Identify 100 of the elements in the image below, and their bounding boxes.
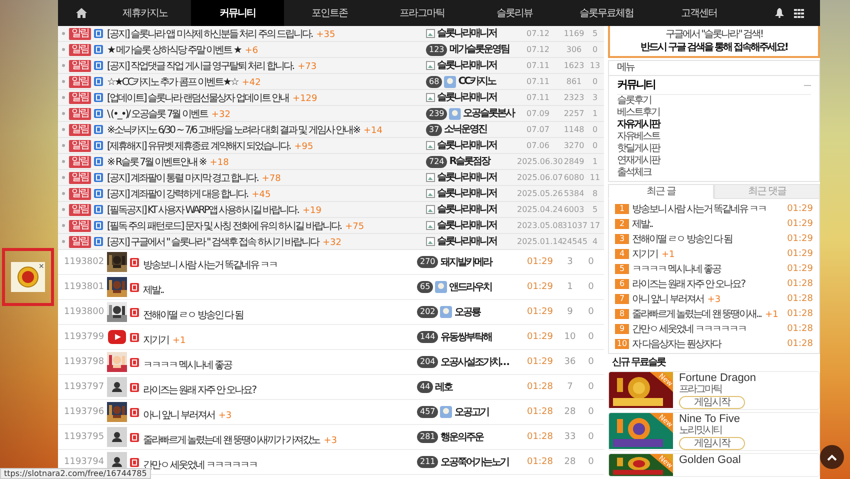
comment-count: +18 (210, 158, 229, 168)
post-title[interactable]: 라이즈는 원래 자주 안 오나요? (143, 384, 256, 396)
author-name[interactable]: 슬롯나라매니저 (437, 236, 496, 248)
author-name[interactable]: 오공고기 (454, 405, 488, 419)
post-title[interactable]: 제발.. (143, 284, 164, 296)
post-type-icon (130, 408, 139, 416)
nav-tab[interactable]: 고객센터 (652, 0, 745, 26)
nav-tab[interactable]: 포인트존 (284, 0, 376, 26)
author-name[interactable]: 유동쌍부탁해 (440, 330, 492, 344)
reply-count: 1 (591, 108, 599, 120)
author-name[interactable]: 메가슬롯운영팀 (449, 44, 509, 56)
nav-tab[interactable]: 슬롯리뷰 (468, 0, 560, 26)
post-title[interactable]: 줄라빠르게 놀렸는데 왠 뚱땡이새끼가 가져갔노 (143, 434, 320, 446)
notice-badge: 알림 (69, 124, 91, 136)
post-title[interactable]: [공지] 계좌팔이 강력하게 대응 합니다. (107, 189, 248, 200)
author-name[interactable]: 행운의주운 (440, 430, 483, 444)
game-provider: 노리밋시티 (679, 425, 722, 437)
post-title[interactable]: 방송보니 사람 사는거 똑같네유 ㅋㅋ (143, 260, 278, 270)
post-title[interactable]: 아니 앞니 부러져서 (143, 410, 214, 420)
menu-item[interactable]: 자유베스트 (617, 131, 811, 143)
recent-post-title[interactable]: ㅋㅋㅋㅋ 멕시나네 좋공 (632, 264, 720, 275)
author-name[interactable]: 슬롯나라매니저 (437, 172, 496, 184)
post-title[interactable]: [필독 주의 패턴로드] 문자 및 사칭 전화에 유의 하시길 바랍니다. (107, 221, 342, 232)
post-title[interactable]: 지기기 (143, 334, 168, 346)
author-name[interactable]: 오공슬롯본사 (463, 108, 514, 120)
post-type-icon (130, 358, 139, 366)
recent-post-title[interactable]: 제발.. (632, 219, 652, 230)
author-name[interactable]: 오공사설조가치… (440, 355, 508, 369)
author-name[interactable]: 슬롯나라매니저 (437, 60, 496, 72)
scroll-top-button[interactable] (820, 445, 844, 469)
post-title[interactable]: ☆★CC카지노 추가 콤프 이벤트★☆ (107, 77, 238, 88)
nav-tab[interactable]: 제휴카지노 (99, 0, 192, 26)
bell-icon[interactable] (774, 8, 784, 18)
chevron-up-icon (827, 454, 837, 460)
post-title[interactable]: [필독공지] KT 사용자 WARP앱 사용하시길 바랍니다. (107, 205, 298, 216)
nav-tab[interactable]: 슬롯무료체험 (560, 0, 653, 26)
nav-tab[interactable]: 프라그마틱 (376, 0, 468, 26)
nav-tab[interactable]: 커뮤니티 (191, 0, 284, 26)
post-title[interactable]: 전해이떨 ㄹㅇ 방송인 다 됨 (143, 310, 244, 320)
rank-badge: 9 (615, 324, 629, 334)
author-name[interactable]: 슬롯나라매니저 (437, 140, 496, 152)
play-button[interactable]: 게임시작 (679, 396, 745, 409)
post-type-icon (130, 332, 139, 342)
menu-item[interactable]: 핫딜게시판 (617, 143, 811, 155)
play-button[interactable]: 게임시작 (679, 437, 745, 450)
search-banner[interactable]: 구글에서 "슬롯나라" 검색! 반드시 구글 검색을 통해 접속해주세요! (608, 26, 820, 58)
author-name[interactable]: 레호 (435, 380, 452, 394)
author-name[interactable]: R슬롯점장 (449, 156, 490, 168)
post-title[interactable]: ※소닉카지노 6/30 ~ 7/6 고배당을 노려라 대회 결과 및 게임사 안내※ (107, 125, 360, 136)
author-name[interactable]: 슬롯나라매니저 (437, 92, 496, 104)
author-name[interactable]: 오공룡 (454, 305, 480, 319)
recent-post-title[interactable]: 간만ㅇ 세웃었네 ㅋㅋㅋㅋㅋㅋ (632, 324, 746, 335)
post-title[interactable]: ★ 메가슬롯 상하식당 주말 이벤트 ★ (107, 45, 241, 56)
image-icon (426, 29, 435, 38)
view-count: 1 (566, 281, 574, 293)
author-name[interactable]: 슬롯나라매니저 (437, 220, 496, 232)
menu-item[interactable]: 슬롯후기 (617, 95, 811, 107)
ad-banner[interactable]: × (2, 248, 54, 306)
menu-item[interactable]: 자유게시판 (617, 119, 811, 131)
author-name[interactable]: CC카지노 (458, 76, 496, 88)
author-name[interactable]: 오공쭉어가는노기 (440, 455, 508, 469)
recent-post-title[interactable]: 방송보니 사람 사는거 똑같네유 ㅋㅋ (632, 204, 766, 215)
post-title[interactable]: [제휴해지] 유뮤벳 제휴종료 계약해지 되었습니다. (107, 141, 290, 152)
post-title[interactable]: ㅋㅋㅋㅋ 멕시나네 좋공 (143, 360, 232, 370)
post-title[interactable]: [공지] 구글에서 " 슬롯나라 " 검색후 접속 하시기 바랍니다 (107, 237, 318, 248)
post-type-icon (130, 382, 139, 392)
post-title[interactable]: [업데이트] 슬롯나라 랜덤선물상자 업데이트 안내 (107, 93, 289, 104)
menu-section[interactable]: 커뮤니티 (617, 78, 655, 92)
menu-item[interactable]: 출석체크 (617, 167, 811, 179)
post-time: 01:29 (787, 232, 813, 244)
author-name[interactable]: 앤드라우치 (449, 280, 492, 294)
level-badge: 270 (417, 256, 438, 268)
recent-post-title[interactable]: 전해이떨 ㄹㅇ 방송인 다 됨 (632, 234, 732, 245)
close-button[interactable]: × (38, 262, 44, 271)
post-number: 1193794 (64, 456, 104, 468)
author-name[interactable]: 돼지발카메라 (440, 255, 492, 269)
author-name[interactable]: 슬롯나라매니저 (437, 204, 496, 216)
recent-post-title[interactable]: 줄라빠르게 놀렸는데 왠 뚱땡이새... (632, 309, 762, 320)
menu-item[interactable]: 베스트후기 (617, 107, 811, 119)
author-name[interactable]: 슬롯나라매니저 (437, 188, 496, 200)
post-title[interactable]: [공지] 작업댓글 작업 게시글 영구탈퇴 처리 합니다. (107, 61, 294, 72)
recent-post-title[interactable]: 아니 앞니 부러져서 (632, 294, 704, 305)
post-time: 01:29 (787, 262, 813, 274)
home-icon[interactable] (76, 8, 87, 18)
recent-post-title[interactable]: 라이즈는 원래 자주 안 오나요? (632, 279, 745, 290)
notice-badge: 알림 (69, 44, 91, 56)
author-name[interactable]: 슬롯나라매니저 (437, 28, 496, 40)
recent-post-title[interactable]: 자 다음상자는 풘상자다 (632, 339, 720, 350)
post-title[interactable]: [공지] 계좌팔이 통렬 마지막 경고 합니다. (107, 173, 258, 184)
post-title[interactable]: [공지] 슬롯나라 앱 미삭제 하신분들 처리 주의 드립니다. (107, 29, 312, 40)
recent-post-title[interactable]: 지기기 (632, 249, 658, 260)
reply-count: 3 (591, 92, 599, 104)
post-title[interactable]: \ (•_•)/ 오공슬롯 7월 이벤트 (107, 109, 208, 120)
author-name[interactable]: 소닉운영진 (444, 124, 487, 136)
tab[interactable]: 최근 글 (608, 184, 714, 199)
post-title[interactable]: ※ R슬롯 7월 이벤트안내 ※ (107, 157, 206, 168)
grid-icon[interactable] (794, 8, 804, 18)
reply-count: 1 (591, 156, 599, 168)
menu-item[interactable]: 연재게시판 (617, 155, 811, 167)
image-icon (426, 237, 435, 246)
